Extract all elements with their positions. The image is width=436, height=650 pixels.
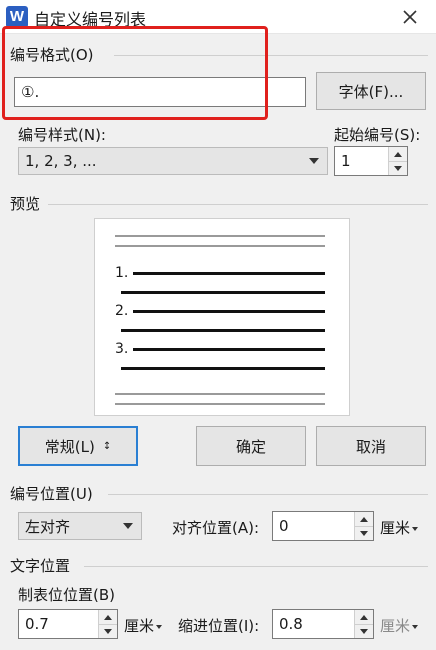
indent-value: 0.8 — [279, 615, 303, 633]
preview-line — [121, 367, 325, 370]
increment-button[interactable] — [355, 610, 373, 625]
up-arrow-icon — [360, 614, 368, 620]
normal-button[interactable]: 常规(L) ↕ — [18, 426, 138, 466]
highlight-box — [2, 26, 268, 120]
tab-stop-label: 制表位位置(B) — [18, 586, 115, 604]
unit-label: 厘米 — [124, 617, 155, 635]
down-arrow-icon — [360, 530, 368, 536]
number-style-select[interactable]: 1, 2, 3, ... — [18, 147, 328, 175]
preview-line — [115, 403, 325, 405]
up-arrow-icon — [394, 151, 402, 157]
preview-number-2: 2. — [115, 303, 129, 319]
number-style-label: 编号样式(N): — [18, 126, 106, 144]
aligned-at-unit[interactable]: 厘米 — [380, 517, 419, 538]
ok-button[interactable]: 确定 — [196, 426, 306, 466]
tab-stop-stepper[interactable]: 0.7 — [18, 609, 118, 639]
preview-line — [115, 235, 325, 237]
alignment-selected: 左对齐 — [25, 517, 71, 536]
aligned-at-value: 0 — [279, 517, 289, 535]
indent-unit[interactable]: 厘米 — [380, 615, 419, 636]
decrement-button[interactable] — [355, 624, 373, 638]
preview-line — [133, 272, 325, 275]
increment-button[interactable] — [99, 610, 117, 625]
preview-number-3: 3. — [115, 341, 129, 357]
text-position-separator — [84, 566, 428, 567]
start-at-stepper[interactable]: 1 — [334, 146, 408, 176]
preview-group-label: 预览 — [10, 195, 41, 213]
preview-separator — [48, 204, 428, 205]
preview-line — [133, 310, 325, 313]
preview-number-1: 1. — [115, 265, 129, 281]
preview-pane: 1. 2. 3. — [94, 218, 350, 416]
decrement-button[interactable] — [99, 624, 117, 638]
start-at-label: 起始编号(S): — [334, 126, 421, 144]
normal-button-label: 常规(L) — [44, 437, 95, 456]
aligned-at-label: 对齐位置(A): — [172, 519, 260, 537]
preview-line — [115, 245, 325, 247]
aligned-at-stepper[interactable]: 0 — [272, 511, 374, 541]
increment-button[interactable] — [389, 147, 407, 162]
font-button[interactable]: 字体(F)... — [316, 72, 426, 110]
close-button[interactable] — [396, 3, 424, 31]
indent-label: 缩进位置(I): — [178, 617, 260, 635]
number-style-selected: 1, 2, 3, ... — [25, 152, 97, 170]
down-arrow-icon — [394, 165, 402, 171]
chevron-down-icon — [412, 526, 419, 531]
chevron-down-icon — [412, 624, 419, 629]
preview-line — [115, 393, 325, 395]
preview-line — [121, 291, 325, 294]
alignment-select[interactable]: 左对齐 — [18, 512, 142, 540]
chevron-down-icon — [309, 158, 319, 164]
preview-line — [121, 329, 325, 332]
text-position-group-label: 文字位置 — [10, 557, 71, 575]
tab-stop-unit[interactable]: 厘米 — [124, 615, 163, 636]
expand-toggle-icon: ↕ — [102, 440, 112, 452]
unit-label: 厘米 — [380, 617, 411, 635]
chevron-down-icon — [123, 523, 133, 529]
tab-stop-value: 0.7 — [25, 615, 49, 633]
start-at-value: 1 — [341, 152, 351, 170]
preview-line — [133, 348, 325, 351]
wps-writer-icon: W — [6, 6, 28, 28]
up-arrow-icon — [360, 516, 368, 522]
down-arrow-icon — [360, 628, 368, 634]
decrement-button[interactable] — [389, 161, 407, 175]
chevron-down-icon — [156, 624, 163, 629]
decrement-button[interactable] — [355, 526, 373, 540]
cancel-button[interactable]: 取消 — [316, 426, 426, 466]
close-icon — [403, 10, 417, 24]
down-arrow-icon — [104, 628, 112, 634]
number-position-group-label: 编号位置(U) — [10, 485, 93, 503]
up-arrow-icon — [104, 614, 112, 620]
indent-stepper[interactable]: 0.8 — [272, 609, 374, 639]
unit-label: 厘米 — [380, 519, 411, 537]
increment-button[interactable] — [355, 512, 373, 527]
number-position-separator — [108, 494, 428, 495]
